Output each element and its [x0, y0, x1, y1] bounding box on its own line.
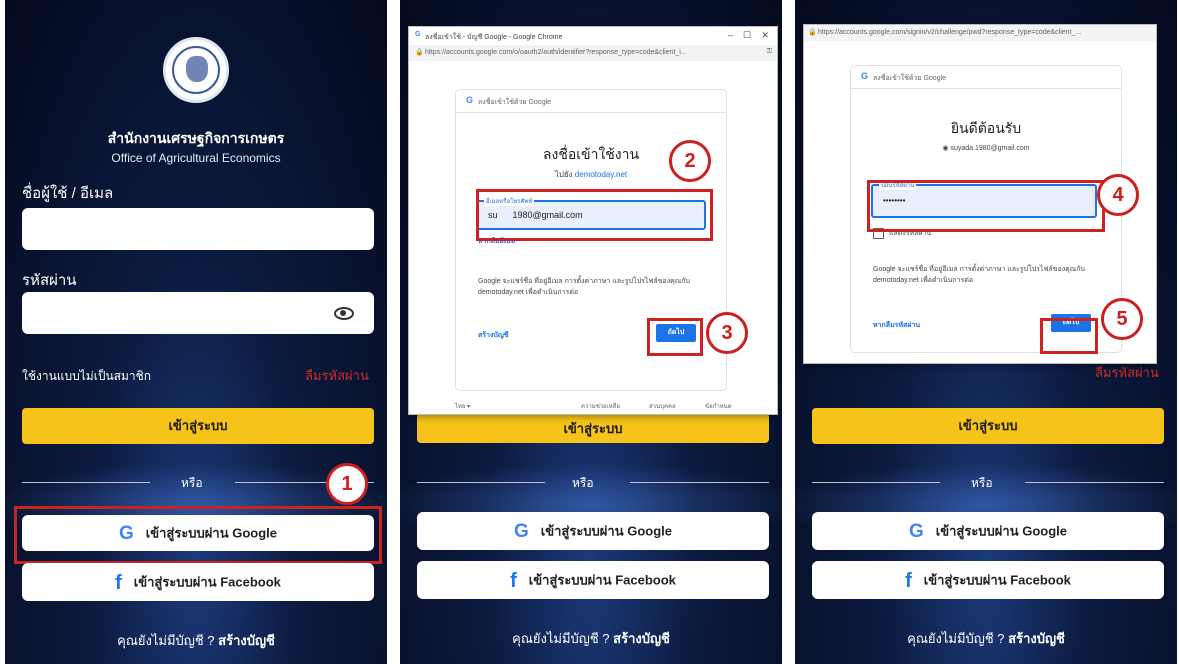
- or-text: หรือ: [572, 476, 594, 490]
- minimize-icon[interactable]: –: [728, 30, 733, 40]
- highlight-google-button: [14, 506, 382, 564]
- highlight-next-button: [647, 318, 703, 356]
- create-account-link[interactable]: สร้างบัญชี: [1008, 631, 1065, 646]
- highlight-email-field: [476, 189, 713, 241]
- demotoday-link[interactable]: demotoday.net: [575, 170, 627, 179]
- address-url: https://accounts.google.com/signin/v2/ch…: [818, 29, 1082, 36]
- step-badge-4: 4: [1097, 174, 1139, 216]
- facebook-login-button[interactable]: f เข้าสู่ระบบผ่าน Facebook: [22, 563, 374, 601]
- facebook-icon: f: [115, 571, 122, 594]
- divider-right: [630, 482, 769, 483]
- help-link[interactable]: ความช่วยเหลือ: [581, 401, 620, 411]
- lock-icon: 🔒: [415, 49, 424, 56]
- terms-link[interactable]: ข้อกำหนด: [705, 401, 732, 411]
- create-account-link[interactable]: สร้างบัญชี: [478, 330, 509, 341]
- lock-icon: 🔒: [808, 29, 817, 36]
- create-account-link[interactable]: สร้างบัญชี: [218, 633, 275, 648]
- google-icon: G: [908, 520, 924, 542]
- google-icon: G: [513, 520, 529, 542]
- login-button[interactable]: เข้าสู่ระบบ: [417, 413, 769, 443]
- divider-left: [812, 482, 940, 483]
- facebook-icon: f: [510, 569, 517, 592]
- highlight-password-field: [867, 180, 1105, 232]
- password-input[interactable]: [22, 292, 374, 334]
- card-header: G ลงชื่อเข้าใช้ด้วย Google: [456, 90, 726, 113]
- close-icon[interactable]: ✕: [761, 30, 769, 41]
- address-bar[interactable]: 🔒 https://accounts.google.com/signin/v2/…: [804, 25, 1156, 41]
- forgot-password-link[interactable]: ลืมรหัสผ่าน: [1095, 362, 1159, 383]
- maximize-icon[interactable]: ☐: [743, 30, 751, 41]
- key-icon[interactable]: ⚿: [767, 48, 772, 56]
- step-badge-1: 1: [326, 463, 368, 505]
- password-label: รหัสผ่าน: [22, 272, 77, 289]
- username-input[interactable]: [22, 208, 374, 250]
- address-bar[interactable]: 🔒 https://accounts.google.com/o/oauth2/a…: [409, 45, 777, 61]
- language-select[interactable]: ไทย ▾: [455, 401, 470, 411]
- google-g-icon: G: [415, 31, 421, 38]
- popup-window-title: ลงชื่อเข้าใช้ - บัญชี Google - Google Ch…: [425, 34, 563, 41]
- guest-mode-link[interactable]: ใช้งานแบบไม่เป็นสมาชิก: [22, 367, 151, 386]
- account-chip[interactable]: ◉ suyada.1980@gmail.com: [851, 144, 1121, 152]
- facebook-login-button[interactable]: f เข้าสู่ระบบผ่าน Facebook: [417, 561, 769, 599]
- step-badge-5: 5: [1101, 298, 1143, 340]
- forgot-password-link[interactable]: หากลืมรหัสผ่าน: [873, 320, 920, 331]
- signup-prompt: คุณยังไม่มีบัญชี ? สร้างบัญชี: [907, 631, 1065, 646]
- forgot-password-link[interactable]: ลืมรหัสผ่าน: [305, 365, 369, 386]
- login-screen-2: เข้าสู่ระบบ หรือ G เข้าสู่ระบบผ่าน Google…: [400, 0, 782, 664]
- facebook-icon: f: [905, 569, 912, 592]
- step-badge-2: 2: [669, 140, 711, 182]
- divider-left: [417, 482, 545, 483]
- signup-prompt: คุณยังไม่มีบัญชี ? สร้างบัญชี: [117, 633, 275, 648]
- popup-titlebar: G ลงชื่อเข้าใช้ - บัญชี Google - Google …: [409, 27, 777, 45]
- create-account-link[interactable]: สร้างบัญชี: [613, 631, 670, 646]
- card-header-text: ลงชื่อเข้าใช้ด้วย Google: [478, 99, 552, 106]
- login-button[interactable]: เข้าสู่ระบบ: [812, 408, 1164, 444]
- org-name-en: Office of Agricultural Economics: [111, 151, 281, 165]
- account-icon: ◉: [942, 145, 949, 152]
- step-badge-3: 3: [706, 312, 748, 354]
- highlight-next-button: [1040, 318, 1098, 354]
- google-login-button[interactable]: G เข้าสู่ระบบผ่าน Google: [417, 512, 769, 550]
- google-login-button[interactable]: G เข้าสู่ระบบผ่าน Google: [812, 512, 1164, 550]
- login-screen-1: สำนักงานเศรษฐกิจการเกษตร Office of Agric…: [5, 0, 387, 664]
- card-header: G ลงชื่อเข้าใช้ด้วย Google: [851, 66, 1121, 89]
- org-name-th: สำนักงานเศรษฐกิจการเกษตร: [107, 130, 285, 146]
- oae-seal-logo: [163, 37, 229, 103]
- divider-left: [22, 482, 150, 483]
- login-screen-3: ลืมรหัสผ่าน เข้าสู่ระบบ หรือ G เข้าสู่ระบ…: [795, 0, 1177, 664]
- privacy-info: Google จะแชร์ชื่อ ที่อยู่อีเมล การตั้งค่…: [873, 266, 1085, 284]
- google-g-icon: G: [466, 95, 474, 105]
- facebook-login-button[interactable]: f เข้าสู่ระบบผ่าน Facebook: [812, 561, 1164, 599]
- signup-prompt: คุณยังไม่มีบัญชี ? สร้างบัญชี: [512, 631, 670, 646]
- google-g-icon: G: [861, 71, 869, 81]
- show-password-eye-icon[interactable]: [334, 307, 354, 320]
- address-url: https://accounts.google.com/o/oauth2/aut…: [425, 49, 687, 56]
- privacy-link[interactable]: ส่วนบุคคล: [649, 401, 676, 411]
- or-text: หรือ: [181, 476, 203, 490]
- or-text: หรือ: [971, 476, 993, 490]
- username-label: ชื่อผู้ใช้ / อีเมล: [22, 185, 114, 202]
- card-header-text: ลงชื่อเข้าใช้ด้วย Google: [873, 75, 947, 82]
- welcome-heading: ยินดีต้อนรับ: [950, 120, 1022, 136]
- divider-right: [1025, 482, 1164, 483]
- privacy-info: Google จะแชร์ชื่อ ที่อยู่อีเมล การตั้งค่…: [478, 278, 690, 296]
- login-button[interactable]: เข้าสู่ระบบ: [22, 408, 374, 444]
